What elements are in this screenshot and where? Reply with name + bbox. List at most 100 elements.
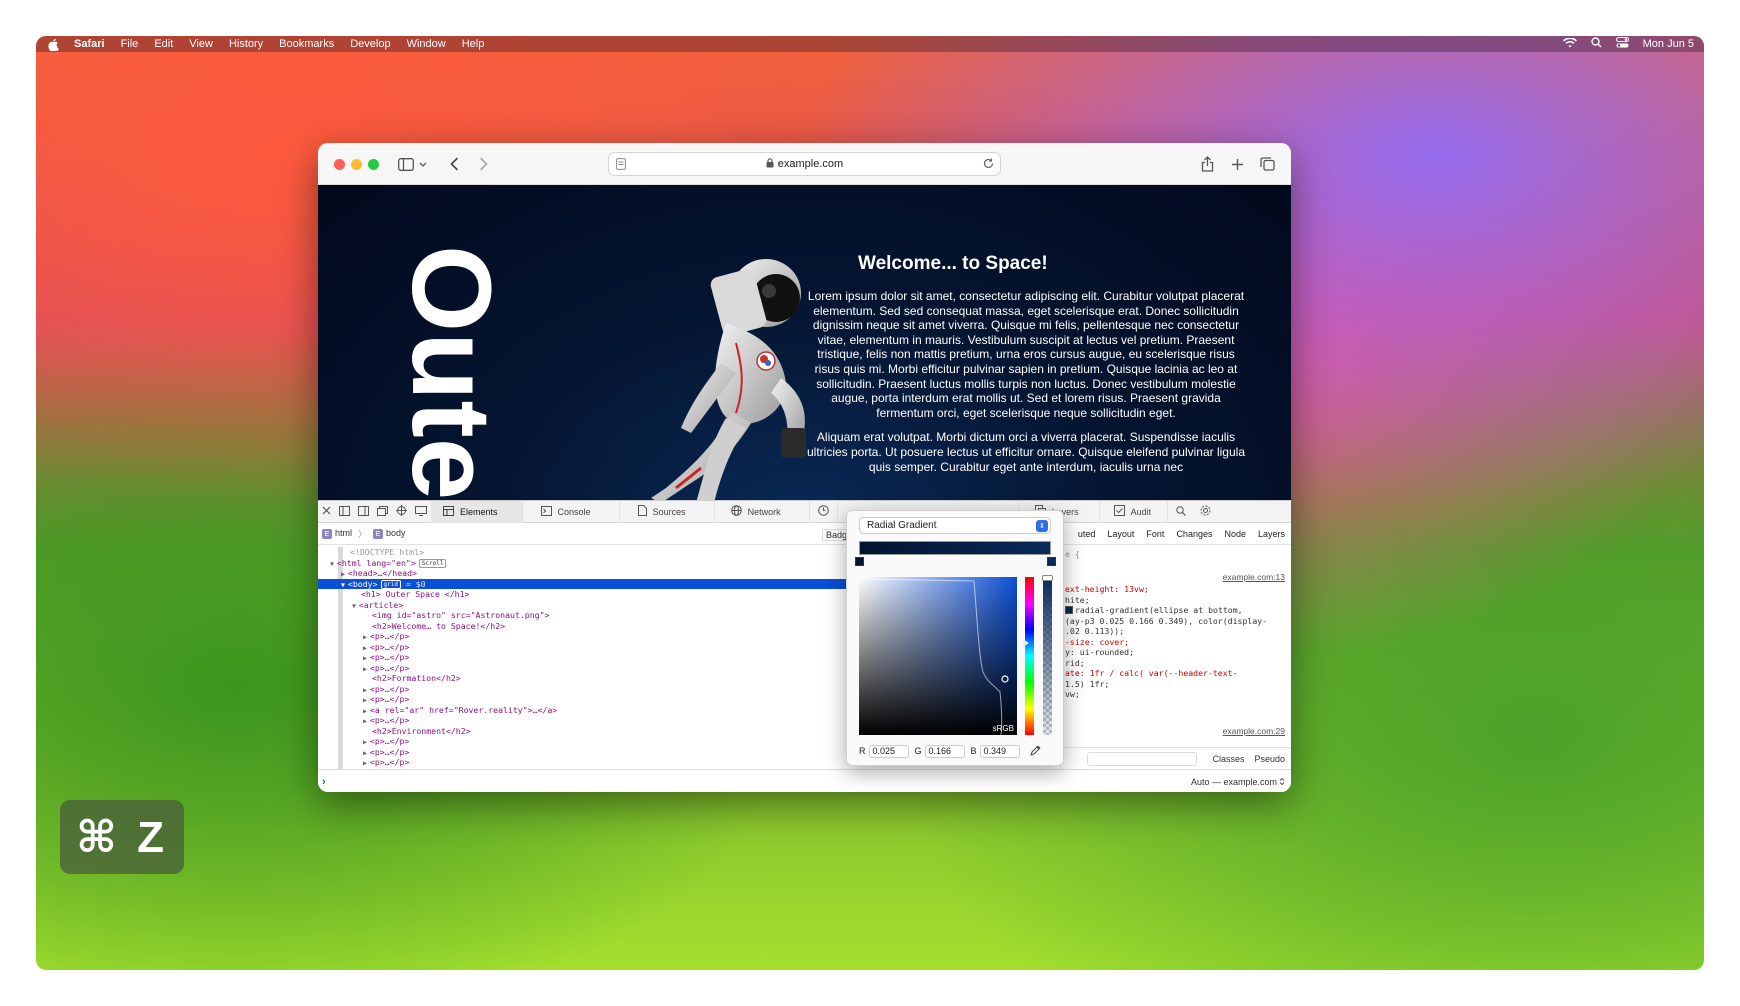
dom-node-line[interactable]: <h2>Formation</h2> (318, 673, 846, 684)
dom-node-line[interactable]: ▶ <p>…</p> (318, 757, 846, 768)
disclosure-closed-icon[interactable]: ▶ (363, 749, 367, 757)
zoom-window-button[interactable] (368, 159, 379, 170)
disclosure-open-icon[interactable]: ▼ (341, 581, 345, 589)
disclosure-closed-icon[interactable]: ▶ (363, 759, 367, 767)
disclosure-closed-icon[interactable]: ▶ (363, 717, 367, 725)
web-page-viewport[interactable]: Oute Welcome... to Space! Lorem ipsum do… (318, 185, 1291, 500)
wifi-icon[interactable] (1562, 36, 1577, 51)
disclosure-closed-icon[interactable]: ▶ (341, 570, 345, 578)
back-icon[interactable] (444, 154, 464, 174)
dom-node-line[interactable]: ▶ <p>…</p> (318, 663, 846, 674)
css-source-link[interactable]: example.com:29 (1061, 726, 1291, 737)
saturation-brightness-field[interactable]: sRGB (859, 577, 1017, 735)
dom-node-pill[interactable]: Scroll (418, 558, 447, 568)
css-line[interactable]: hite; (1061, 595, 1291, 606)
control-center-icon[interactable] (1615, 37, 1629, 51)
disclosure-closed-icon[interactable]: ▶ (363, 654, 367, 662)
apple-icon[interactable] (46, 37, 60, 51)
red-field[interactable]: R 0.025 (859, 744, 909, 758)
opacity-slider-handle[interactable] (1042, 575, 1053, 581)
menu-history[interactable]: History (229, 38, 263, 50)
disclosure-closed-icon[interactable]: ▶ (363, 665, 367, 673)
dom-node-line[interactable]: ▶ <p>…</p> (318, 747, 846, 758)
css-rules[interactable]: e { example.com:13 ext-height: 13vw; hit… (1061, 549, 1291, 736)
subtab-changes[interactable]: Changes (1176, 529, 1212, 539)
subtab-font[interactable]: Font (1146, 529, 1164, 539)
share-icon[interactable] (1197, 154, 1217, 174)
dock-right-icon[interactable] (358, 505, 369, 518)
inspector-settings-icon[interactable] (1194, 505, 1217, 518)
breadcrumb-html[interactable]: Ehtml (322, 528, 352, 540)
css-line[interactable]: -size: cover; (1061, 637, 1291, 648)
classes-button[interactable]: Classes (1212, 754, 1244, 764)
reload-icon[interactable] (983, 158, 994, 172)
eyedropper-icon[interactable] (1029, 744, 1042, 758)
subtab-layout[interactable]: Layout (1107, 529, 1134, 539)
detach-icon[interactable] (377, 505, 388, 518)
subtab-computed[interactable]: uted (1078, 529, 1096, 539)
hue-slider[interactable] (1023, 577, 1034, 735)
disclosure-closed-icon[interactable]: ▶ (363, 686, 367, 694)
css-line-background[interactable]: radial-gradient(ellipse at bottom, (1061, 605, 1291, 616)
blue-input[interactable]: 0.349 (979, 744, 1020, 758)
tab-console[interactable]: Console (523, 500, 620, 523)
page-menu-icon[interactable] (616, 158, 626, 173)
css-line[interactable]: rid; (1061, 658, 1291, 669)
disclosure-closed-icon[interactable]: ▶ (363, 644, 367, 652)
dom-node-line[interactable]: ▼ <article> (318, 600, 846, 611)
dom-node-line[interactable]: <img id="astro" src="Astronaut.png"> (318, 610, 846, 621)
menu-help[interactable]: Help (462, 38, 485, 50)
menu-bookmarks[interactable]: Bookmarks (279, 38, 334, 50)
blue-field[interactable]: B 0.349 (971, 744, 1020, 758)
gradient-preview-bar[interactable] (859, 541, 1051, 555)
dom-tree[interactable]: <!DOCTYPE html> ▼ <html lang="en"> Scroll ▶ <… (318, 547, 846, 769)
disclosure-closed-icon[interactable]: ▶ (363, 707, 367, 715)
css-line[interactable]: ate: 1fr / calc( var(--header-text- (1061, 668, 1291, 679)
dom-node-pill[interactable]: grid (380, 579, 401, 589)
pseudo-button[interactable]: Pseudo (1254, 754, 1285, 764)
subtab-layers[interactable]: Layers (1258, 529, 1285, 539)
dom-node-line[interactable]: ▶ <p>…</p> (318, 642, 846, 653)
menu-clock[interactable]: Mon Jun 5 (1643, 38, 1694, 50)
dom-node-line[interactable]: ▼ <body> grid = $0 (318, 578, 846, 589)
dom-node-line[interactable]: ▼ <html lang="en"> Scroll (318, 558, 846, 569)
tab-sources[interactable]: Sources (620, 500, 715, 523)
disclosure-closed-icon[interactable]: ▶ (363, 696, 367, 704)
dom-node-line[interactable]: ▶ <a rel="ar" href="Rover.reality">…</a> (318, 705, 846, 716)
sidebar-toggle-icon[interactable] (396, 154, 416, 174)
execution-context-selector[interactable]: Auto — example.com (1191, 777, 1291, 787)
gradient-type-select[interactable]: Radial Gradient ⇕ (859, 517, 1051, 534)
disclosure-open-icon[interactable]: ▼ (352, 602, 356, 610)
css-line[interactable]: vw; (1061, 689, 1291, 700)
green-field[interactable]: G 0.166 (915, 744, 965, 758)
dom-node-line[interactable]: ▶ <p>…</p> (318, 684, 846, 695)
opacity-slider[interactable] (1042, 575, 1053, 735)
color-picker-popover[interactable]: Radial Gradient ⇕ sRGB R 0.025 G 0.166 B 0.… (846, 510, 1064, 766)
green-input[interactable]: 0.166 (924, 744, 965, 758)
dom-node-line[interactable]: ▶ <p>…</p> (318, 652, 846, 663)
dom-node-line[interactable]: ▶ <p>…</p> (318, 631, 846, 642)
menu-app-name[interactable]: Safari (74, 38, 105, 50)
new-tab-icon[interactable] (1227, 154, 1247, 174)
gradient-stop-end[interactable] (1047, 557, 1056, 566)
minimize-window-button[interactable] (351, 159, 362, 170)
dom-node-line[interactable]: <h2>Welcome… to Space!</h2> (318, 621, 846, 632)
css-line[interactable]: (ay-p3 0.025 0.166 0.349), color(display… (1061, 616, 1291, 627)
tab-elements[interactable]: Elements (431, 500, 523, 523)
disclosure-open-icon[interactable]: ▼ (330, 560, 334, 568)
menu-develop[interactable]: Develop (350, 38, 390, 50)
filter-input[interactable] (1087, 751, 1197, 766)
inspector-search-icon[interactable] (1168, 505, 1194, 518)
console-prompt[interactable]: › Auto — example.com (318, 769, 1291, 792)
css-source-link[interactable]: example.com:13 (1061, 572, 1291, 583)
close-inspector-icon[interactable] (322, 506, 331, 517)
dom-node-line[interactable]: ▶ <p>…</p> (318, 694, 846, 705)
dock-bottom-icon[interactable] (339, 505, 350, 518)
dom-node-line[interactable]: ▶ <p>…</p> (318, 715, 846, 726)
forward-icon[interactable] (473, 154, 493, 174)
element-picker-icon[interactable] (396, 505, 407, 518)
breadcrumb-body[interactable]: Ebody (373, 528, 406, 540)
subtab-node[interactable]: Node (1224, 529, 1246, 539)
tab-audit[interactable]: Audit (1100, 500, 1169, 523)
dom-node-line[interactable]: ▶ <head>…</head> (318, 568, 846, 579)
